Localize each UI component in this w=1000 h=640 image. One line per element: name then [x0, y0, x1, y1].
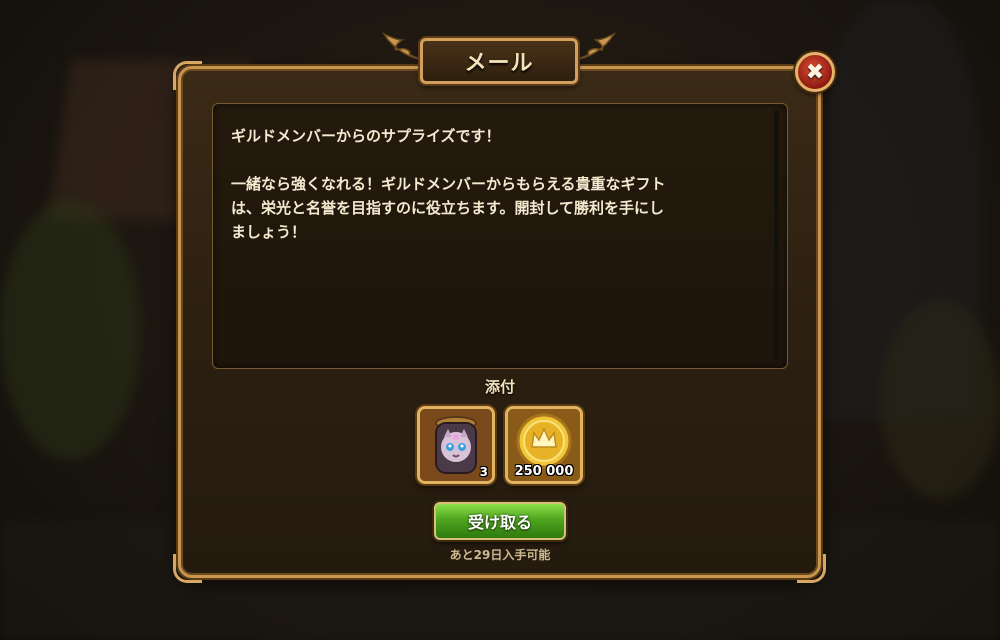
item-quantity: 3	[479, 465, 488, 479]
attachment-item-gold[interactable]: 250 000	[505, 406, 583, 484]
message-line: 一緒なら強くなれる！ギルドメンバーからもらえる貴重なギフト	[231, 175, 666, 193]
expiry-text: あと29日入手可能	[449, 548, 551, 562]
close-button[interactable]: ✖	[795, 52, 835, 92]
message-line: ましょう！	[231, 223, 307, 241]
ornament-corner	[797, 554, 826, 583]
ornament-corner	[173, 554, 202, 583]
message-scrollbar[interactable]	[774, 110, 779, 360]
wing-ornament-right-icon	[573, 32, 617, 61]
attachment-item-pet-jar[interactable]: 3	[417, 406, 495, 484]
claim-button[interactable]: 受け取る	[434, 502, 566, 540]
item-quantity: 250 000	[514, 464, 574, 479]
ornament-corner	[173, 61, 202, 90]
attachments-label: 添付	[484, 378, 515, 396]
message-line: は、栄光と名誉を目指すのに役立ちます。開封して勝利を手にし	[231, 199, 665, 217]
message-body: ギルドメンバーからのサプライズです！ 一緒なら強くなれる！ギルドメンバーからもら…	[212, 103, 788, 369]
dialog-title: メール	[420, 38, 578, 84]
message-line: ギルドメンバーからのサプライズです！	[231, 127, 501, 145]
close-x-icon: ✖	[805, 59, 825, 85]
